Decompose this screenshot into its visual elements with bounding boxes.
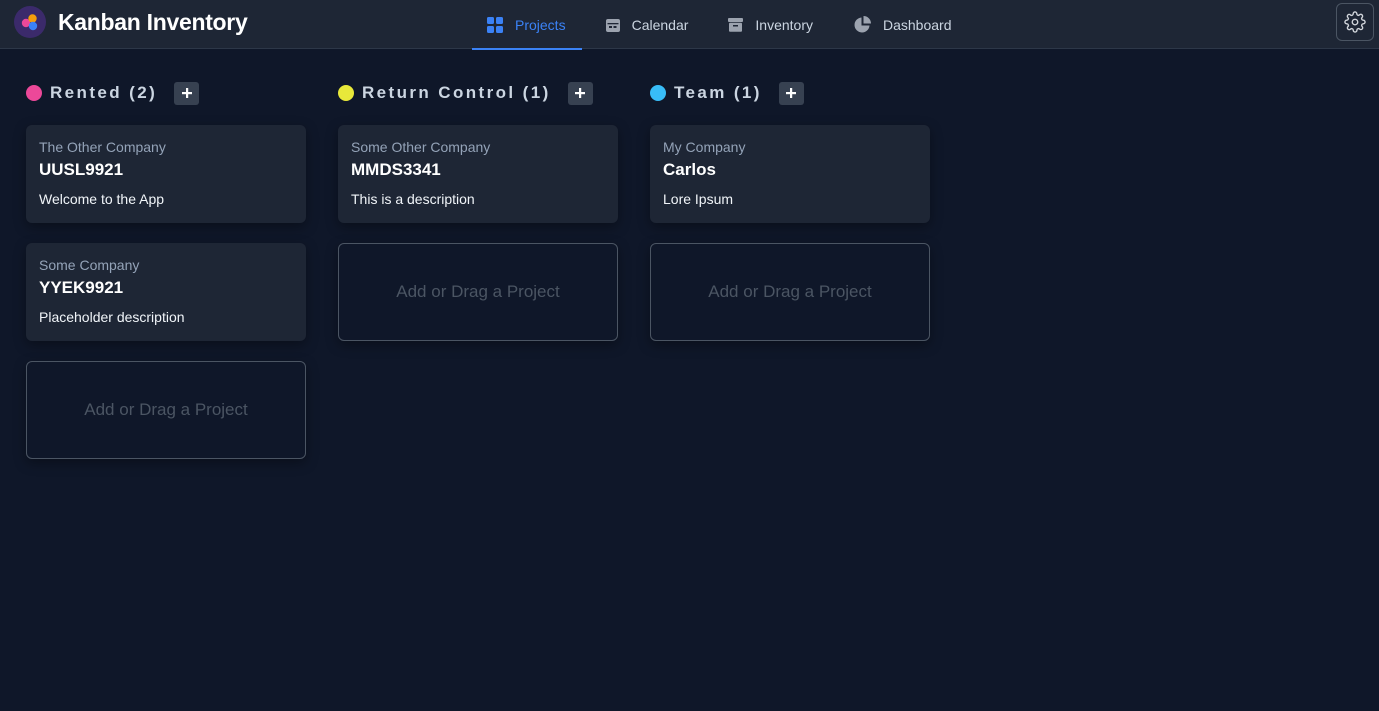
grid-icon <box>487 16 503 33</box>
nav-item-dashboard[interactable]: Dashboard <box>832 0 952 49</box>
card-code: MMDS3341 <box>351 160 441 179</box>
top-navbar: Kanban Inventory Projects Calendar Inven… <box>0 0 1379 50</box>
column-title: Rented (2) <box>50 83 158 102</box>
column-rented: Rented (2) The Other Company UUSL9921 We… <box>26 78 306 459</box>
main-nav: Projects Calendar Inventory Dashboard <box>472 0 952 50</box>
status-dot <box>26 85 42 101</box>
card-company: Some Other Company <box>351 139 491 155</box>
add-or-drag-dropzone[interactable]: Add or Drag a Project <box>650 243 930 341</box>
column-return-control: Return Control (1) Some Other Company MM… <box>338 78 618 341</box>
card-company: Some Company <box>39 257 140 273</box>
plus-icon <box>786 88 797 98</box>
add-project-button[interactable] <box>778 81 804 105</box>
gear-icon <box>1344 11 1366 33</box>
card-description: Placeholder description <box>39 309 185 325</box>
add-project-button[interactable] <box>567 81 593 105</box>
calendar-icon <box>605 18 620 32</box>
nav-label-projects: Projects <box>515 16 566 33</box>
nav-label-dashboard: Dashboard <box>883 16 952 33</box>
card-description: Lore Ipsum <box>663 191 734 207</box>
card-company: The Other Company <box>39 139 166 155</box>
status-dot <box>338 85 354 101</box>
add-or-drag-dropzone[interactable]: Add or Drag a Project <box>338 243 618 341</box>
project-card[interactable]: The Other Company UUSL9921 Welcome to th… <box>26 125 306 223</box>
card-description: Welcome to the App <box>39 191 165 207</box>
pie-chart-icon <box>854 16 871 33</box>
card-code: YYEK9921 <box>39 278 124 297</box>
card-code: Carlos <box>663 160 716 179</box>
nav-label-inventory: Inventory <box>755 16 813 33</box>
brand[interactable]: Kanban Inventory <box>14 6 248 38</box>
add-or-drag-dropzone[interactable]: Add or Drag a Project <box>26 361 306 459</box>
card-code: UUSL9921 <box>39 160 124 179</box>
column-header: Team (1) <box>650 78 930 108</box>
column-title: Return Control (1) <box>362 83 551 102</box>
plus-icon <box>181 88 192 98</box>
column-team: Team (1) My Company Carlos Lore Ipsum Ad… <box>650 78 930 341</box>
nav-label-calendar: Calendar <box>631 16 689 33</box>
project-card[interactable]: My Company Carlos Lore Ipsum <box>650 125 930 223</box>
nav-item-projects[interactable]: Projects <box>472 0 582 50</box>
plus-icon <box>575 88 586 98</box>
card-company: My Company <box>663 139 746 155</box>
status-dot <box>650 85 666 101</box>
column-title: Team (1) <box>674 83 762 102</box>
nav-item-inventory[interactable]: Inventory <box>706 0 832 49</box>
nav-item-calendar[interactable]: Calendar <box>582 0 707 49</box>
column-header: Rented (2) <box>26 78 306 108</box>
app-title: Kanban Inventory <box>58 8 248 35</box>
add-project-button[interactable] <box>174 81 200 105</box>
app-logo-icon <box>14 6 46 38</box>
column-header: Return Control (1) <box>338 78 618 108</box>
card-description: This is a description <box>351 191 475 207</box>
box-icon <box>728 18 744 32</box>
settings-button[interactable] <box>1336 3 1374 41</box>
project-card[interactable]: Some Other Company MMDS3341 This is a de… <box>338 125 618 223</box>
project-card[interactable]: Some Company YYEK9921 Placeholder descri… <box>26 243 306 341</box>
